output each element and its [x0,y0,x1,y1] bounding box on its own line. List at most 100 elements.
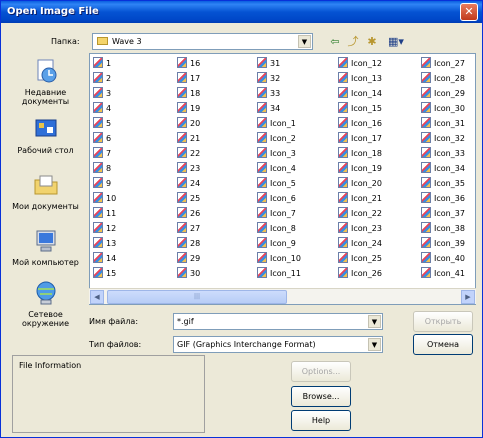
file-item[interactable]: Icon_30 [421,101,465,116]
filename-value[interactable]: *.gif [177,317,194,326]
title-bar[interactable]: Open Image File ✕ [1,1,482,23]
up-folder-icon[interactable]: ⤴ [345,34,361,50]
file-item[interactable]: Icon_29 [421,86,465,101]
file-item[interactable]: Icon_6 [257,191,301,206]
horizontal-scrollbar[interactable]: ◀ ||| ▶ [89,288,476,304]
file-item[interactable]: Icon_39 [421,236,465,251]
place-documents[interactable]: Мои документы [7,171,84,211]
file-item[interactable]: 23 [177,161,200,176]
file-item[interactable]: Icon_22 [338,206,382,221]
file-item[interactable]: Icon_32 [421,131,465,146]
file-item[interactable]: 22 [177,146,200,161]
file-item[interactable]: Icon_20 [338,176,382,191]
file-item[interactable]: Icon_37 [421,206,465,221]
file-item[interactable]: Icon_25 [338,251,382,266]
place-recent[interactable]: Недавние документы [7,57,84,106]
file-item[interactable]: 9 [93,176,116,191]
new-folder-icon[interactable]: ✱ [364,34,380,50]
file-item[interactable]: 1 [93,56,116,71]
file-item[interactable]: Icon_28 [421,71,465,86]
file-item[interactable]: 17 [177,71,200,86]
file-item[interactable]: 21 [177,131,200,146]
file-item[interactable]: 27 [177,221,200,236]
close-icon[interactable]: ✕ [460,3,478,21]
file-item[interactable]: Icon_18 [338,146,382,161]
file-item[interactable]: Icon_33 [421,146,465,161]
file-item[interactable]: 15 [93,266,116,281]
file-item[interactable]: 5 [93,116,116,131]
file-item[interactable]: 10 [93,191,116,206]
place-desktop[interactable]: Рабочий стол [7,115,84,155]
file-item[interactable]: 29 [177,251,200,266]
file-item[interactable]: Icon_19 [338,161,382,176]
chevron-down-icon[interactable]: ▼ [298,35,311,48]
view-menu-icon[interactable]: ▦▾ [384,34,408,50]
filetype-combo[interactable]: GIF (Graphics Interchange Format) ▼ [173,336,383,353]
file-item[interactable]: 25 [177,191,200,206]
file-item[interactable]: Icon_35 [421,176,465,191]
back-icon[interactable]: ⇦ [327,34,343,50]
file-item[interactable]: 7 [93,146,116,161]
file-item[interactable]: Icon_2 [257,131,301,146]
file-item[interactable]: 13 [93,236,116,251]
file-item[interactable]: 3 [93,86,116,101]
file-item[interactable]: Icon_13 [338,71,382,86]
file-item[interactable]: Icon_36 [421,191,465,206]
help-button[interactable]: Help [291,410,351,431]
file-item[interactable]: 2 [93,71,116,86]
filename-combo[interactable]: *.gif ▼ [173,313,383,330]
file-item[interactable]: 32 [257,71,301,86]
file-item[interactable]: 31 [257,56,301,71]
file-item[interactable]: Icon_5 [257,176,301,191]
file-item[interactable]: 24 [177,176,200,191]
file-item[interactable]: 6 [93,131,116,146]
chevron-down-icon[interactable]: ▼ [368,338,381,351]
chevron-down-icon[interactable]: ▼ [368,315,381,328]
file-item[interactable]: 30 [177,266,200,281]
file-item[interactable]: Icon_9 [257,236,301,251]
file-item[interactable]: Icon_31 [421,116,465,131]
cancel-button[interactable]: Отмена [413,334,473,355]
scroll-thumb[interactable]: ||| [107,290,287,304]
file-item[interactable]: Icon_1 [257,116,301,131]
file-item[interactable]: Icon_23 [338,221,382,236]
file-item[interactable]: Icon_12 [338,56,382,71]
file-item[interactable]: Icon_17 [338,131,382,146]
file-item[interactable]: Icon_16 [338,116,382,131]
file-item[interactable]: 28 [177,236,200,251]
file-item[interactable]: Icon_34 [421,161,465,176]
place-computer[interactable]: Мой компьютер [7,227,84,267]
file-item[interactable]: 8 [93,161,116,176]
file-item[interactable]: 19 [177,101,200,116]
file-item[interactable]: 26 [177,206,200,221]
file-item[interactable]: 33 [257,86,301,101]
file-item[interactable]: 18 [177,86,200,101]
file-item[interactable]: Icon_8 [257,221,301,236]
file-item[interactable]: Icon_27 [421,56,465,71]
file-item[interactable]: Icon_40 [421,251,465,266]
file-item[interactable]: Icon_7 [257,206,301,221]
place-network[interactable]: Сетевое окружение [7,279,84,328]
file-item[interactable]: Icon_4 [257,161,301,176]
file-list[interactable]: 1 2 3 4 5 6 7 8 9 10 11 12 13 14 15 16 17 18 19 20 21 22 23 24 2… [89,53,476,305]
file-item[interactable]: Icon_10 [257,251,301,266]
file-item[interactable]: Icon_38 [421,221,465,236]
open-button[interactable]: Открыть [413,311,473,332]
lookin-combo[interactable]: Wave 3 ▼ [92,33,313,50]
file-item[interactable]: 11 [93,206,116,221]
file-item[interactable]: Icon_24 [338,236,382,251]
file-item[interactable]: 20 [177,116,200,131]
file-item[interactable]: 12 [93,221,116,236]
file-item[interactable]: 4 [93,101,116,116]
options-button[interactable]: Options... [291,361,351,382]
scroll-right-icon[interactable]: ▶ [461,290,475,304]
file-item[interactable]: 34 [257,101,301,116]
file-item[interactable]: 14 [93,251,116,266]
file-item[interactable]: 16 [177,56,200,71]
file-item[interactable]: Icon_14 [338,86,382,101]
file-item[interactable]: Icon_3 [257,146,301,161]
file-item[interactable]: Icon_15 [338,101,382,116]
file-item[interactable]: Icon_41 [421,266,465,281]
scroll-left-icon[interactable]: ◀ [90,290,104,304]
file-item[interactable]: Icon_21 [338,191,382,206]
